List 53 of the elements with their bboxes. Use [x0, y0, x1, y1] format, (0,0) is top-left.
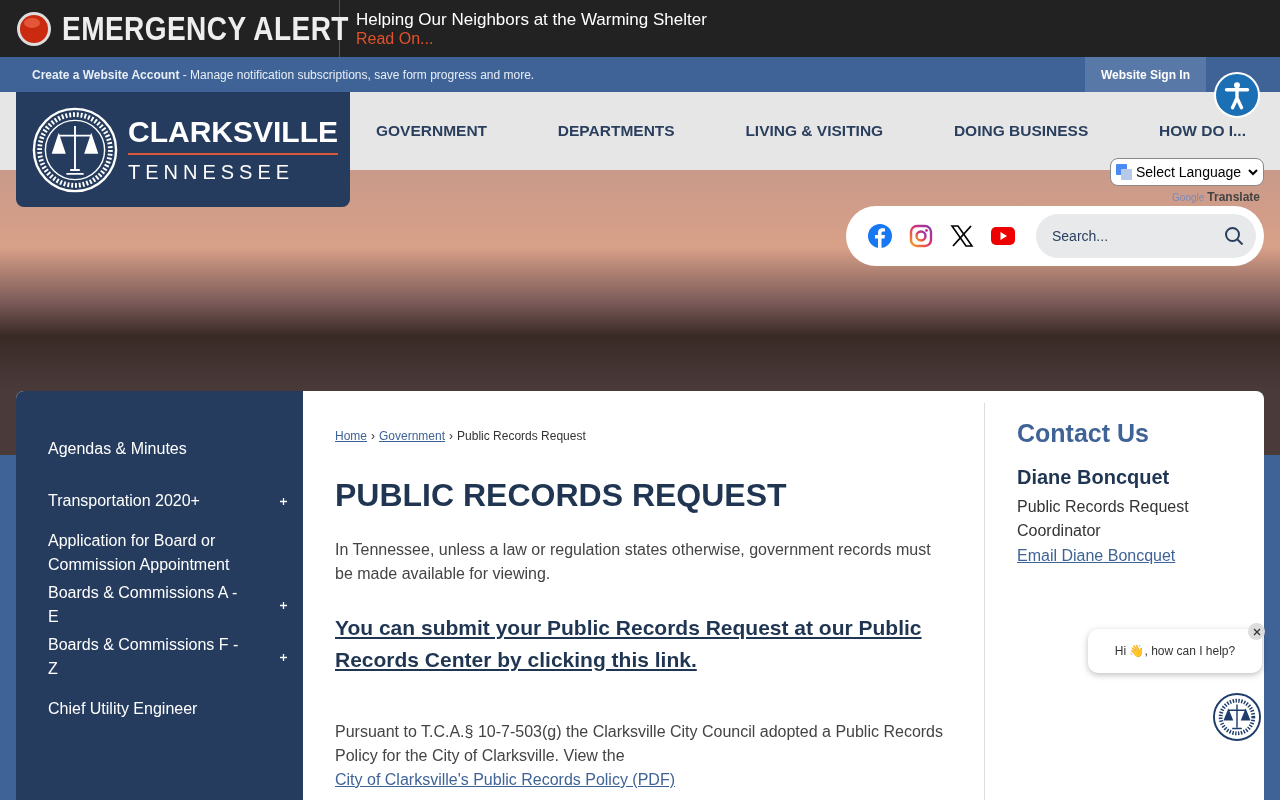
- translate-icon: [1116, 164, 1132, 180]
- breadcrumb-link[interactable]: Home: [335, 429, 367, 443]
- sidebar-link[interactable]: Application for Board or Commission Appointment: [48, 529, 248, 577]
- alert-label: EMERGENCY ALERT: [62, 9, 349, 48]
- instagram-icon[interactable]: [909, 224, 933, 248]
- account-notice: Create a Website Account - Manage notification subscriptions, save form progress and more.: [32, 67, 535, 82]
- translate-label: Translate: [1207, 190, 1260, 204]
- breadcrumb-link[interactable]: Government: [379, 429, 446, 443]
- contact-name: Diane Boncquet: [1017, 466, 1171, 489]
- search-icon[interactable]: [1224, 226, 1244, 246]
- chat-greeting: Hi 👋, how can I help?: [1114, 644, 1236, 658]
- sidebar-link[interactable]: Boards & Commissions A - E: [48, 581, 248, 629]
- dropdown-caret-icon: [1248, 168, 1258, 176]
- facebook-icon[interactable]: [868, 224, 892, 248]
- youtube-icon[interactable]: [991, 227, 1015, 245]
- expand-plus-icon[interactable]: [280, 653, 287, 661]
- sign-in-button[interactable]: Website Sign In: [1084, 57, 1206, 92]
- page-title: PUBLIC RECORDS REQUEST: [335, 477, 788, 514]
- x-logo-icon[interactable]: [950, 224, 974, 248]
- breadcrumb-separator: ›: [449, 429, 454, 443]
- chat-bubble[interactable]: Hi 👋, how can I help?: [1088, 629, 1262, 673]
- expand-plus-icon[interactable]: [280, 497, 287, 505]
- nav-link[interactable]: HOW DO I...: [1149, 122, 1256, 140]
- expand-plus-icon[interactable]: [280, 601, 287, 609]
- nav-link[interactable]: LIVING & VISITING: [735, 122, 894, 140]
- policy-paragraph: Pursuant to T.C.A.§ 10-7-503(g) the Clarksville City Council adopted a Public Records Policy for the City of Clarksville. View the City of Clarksville's Public Records Policy (PDF): [335, 722, 944, 790]
- sidebar-link[interactable]: Transportation 2020+: [48, 489, 200, 513]
- close-icon: [1252, 627, 1261, 636]
- intro-paragraph: In Tennessee, unless a law or regulation states otherwise, government records must be made available for viewing.: [335, 540, 932, 584]
- breadcrumb-separator: ›: [371, 429, 375, 443]
- google-label: Google: [1172, 191, 1205, 203]
- nav-link[interactable]: DOING BUSINESS: [943, 122, 1099, 140]
- logo-title: CLARKSVILLE: [128, 115, 338, 155]
- breadcrumb-current: Public Records Request: [457, 429, 586, 443]
- nav-link[interactable]: GOVERNMENT: [366, 122, 498, 140]
- sidebar-link[interactable]: Agendas & Minutes: [48, 437, 187, 461]
- contact-heading: Contact Us: [1017, 419, 1150, 448]
- alert-light-icon: [16, 10, 52, 47]
- sidebar-link[interactable]: Chief Utility Engineer: [48, 697, 198, 721]
- chat-seal-icon[interactable]: [1213, 693, 1261, 741]
- language-select[interactable]: Select Language: [1110, 158, 1264, 186]
- city-seal-icon: [32, 106, 118, 193]
- alert-headline: Helping Our Neighbors at the Warming Shelter: [356, 9, 707, 30]
- search-field[interactable]: Search...: [1036, 214, 1256, 258]
- nav-link[interactable]: DEPARTMENTS: [547, 122, 685, 140]
- email-link[interactable]: Email Diane Boncquet: [1017, 547, 1176, 564]
- records-center-link[interactable]: You can submit your Public Records Request at our Public Records Center by clicking this link.: [335, 612, 952, 676]
- contact-role: Public Records Request Coordinator: [1017, 497, 1190, 541]
- policy-pdf-link[interactable]: City of Clarksville's Public Records Policy (PDF): [335, 771, 675, 788]
- logo-subtitle: TENNESSEE: [128, 160, 296, 184]
- accessibility-person-icon: [1222, 80, 1252, 110]
- sidebar-link[interactable]: Boards & Commissions F - Z: [48, 633, 248, 681]
- read-on-link[interactable]: Read On...: [356, 29, 707, 48]
